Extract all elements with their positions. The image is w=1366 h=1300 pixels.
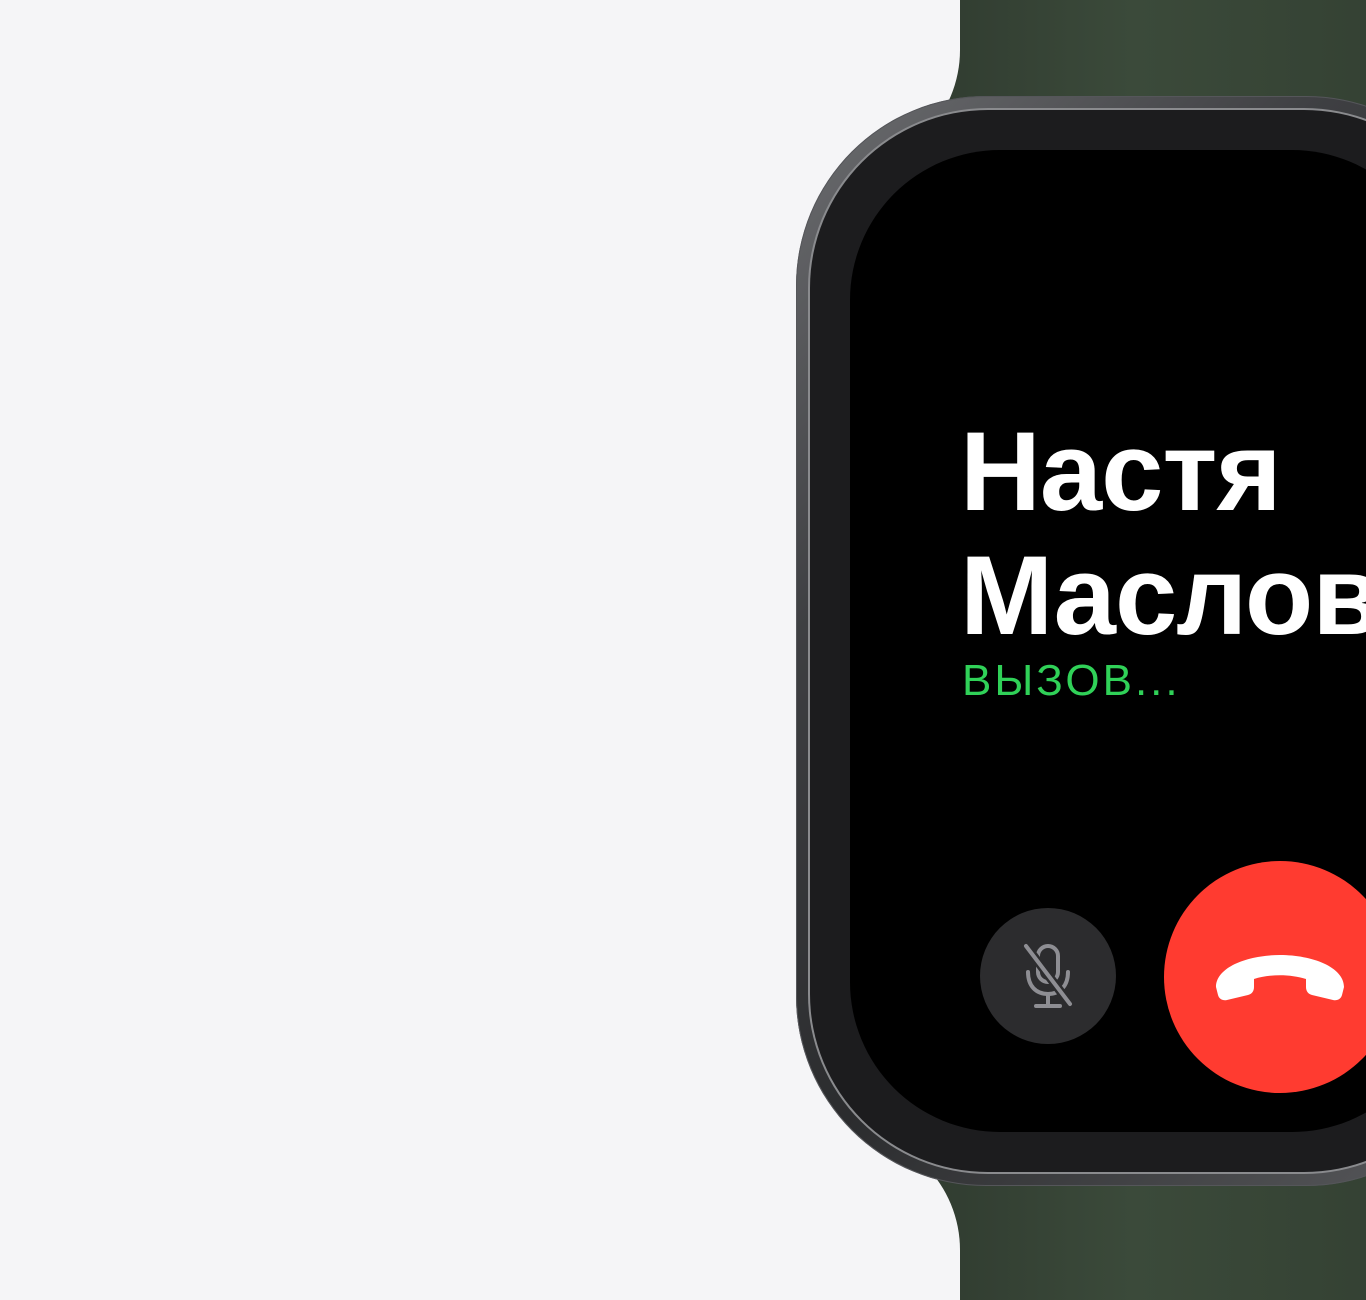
watch-screen: Настя Маслова ВЫЗОВ... (850, 150, 1366, 1132)
microphone-slash-icon (1022, 943, 1074, 1008)
contact-name: Настя Маслова (960, 410, 1366, 658)
watch-bezel: Настя Маслова ВЫЗОВ... (810, 110, 1366, 1172)
watch-case: Настя Маслова ВЫЗОВ... (796, 96, 1366, 1186)
phone-hang-up-icon (1216, 955, 1344, 1001)
end-call-button[interactable] (1164, 861, 1366, 1093)
contact-last-name: Маслова (960, 533, 1366, 658)
call-status: ВЫЗОВ... (962, 656, 1181, 705)
mute-button[interactable] (980, 908, 1116, 1044)
contact-first-name: Настя (960, 409, 1282, 534)
product-hero: Настя Маслова ВЫЗОВ... (0, 0, 1366, 1300)
